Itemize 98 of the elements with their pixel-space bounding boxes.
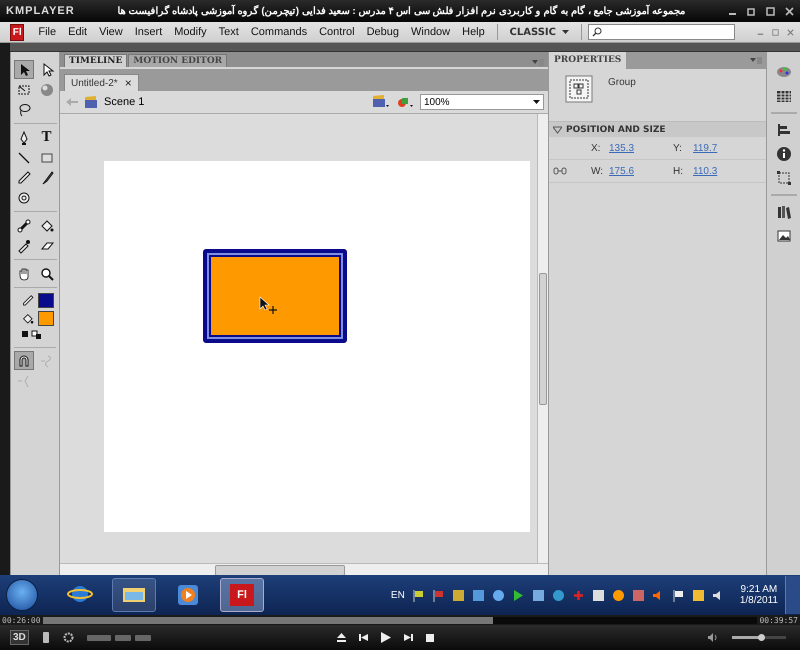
picture-icon[interactable] [776, 228, 792, 244]
language-indicator[interactable]: EN [390, 590, 405, 600]
menu-item[interactable]: View [93, 26, 129, 38]
close-icon[interactable] [785, 6, 794, 16]
pencil-icon [16, 170, 32, 186]
field-value[interactable]: 175.6 [609, 166, 649, 176]
text-tool[interactable]: T [36, 128, 56, 147]
caret-icon [562, 30, 569, 34]
field-value[interactable]: 110.3 [693, 166, 733, 176]
magnifier-icon [38, 266, 54, 282]
menu-item[interactable]: Control [313, 26, 361, 38]
flower-icon [16, 190, 32, 206]
menu-item[interactable]: Debug [360, 26, 405, 38]
menu-item[interactable]: Window [405, 26, 456, 38]
workspace-dropdown[interactable]: CLASSIC [504, 26, 575, 38]
eject-icon[interactable] [336, 633, 346, 642]
close-icon[interactable]: × [124, 76, 132, 90]
field-label: H: [673, 166, 684, 176]
elapsed-time: 00:26:00 [2, 616, 41, 624]
stroke-color-swatch[interactable] [38, 293, 54, 308]
section-header[interactable]: POSITION AND SIZE [549, 121, 766, 137]
search-field[interactable] [588, 24, 736, 40]
move-cursor-icon [259, 296, 279, 316]
flag-icon[interactable] [432, 588, 445, 602]
panel-menu-icon[interactable] [532, 59, 544, 67]
clock[interactable]: 9:21 AM 1/8/2011 [740, 584, 778, 606]
panel-tab[interactable]: TIMELINE [64, 54, 128, 67]
panel-menu-icon[interactable] [750, 56, 762, 64]
field-value[interactable]: 119.7 [693, 142, 733, 154]
menu-item[interactable]: Commands [244, 26, 314, 38]
maximize-icon[interactable] [766, 6, 775, 16]
edit-symbols-icon[interactable] [396, 95, 414, 109]
menu-item[interactable]: Modify [168, 26, 213, 38]
pencil-icon [21, 294, 35, 308]
group-icon [565, 75, 593, 103]
seek-bar[interactable] [42, 616, 758, 624]
taskbar-button[interactable] [112, 578, 156, 612]
eyedropper-icon [16, 238, 32, 254]
arrow-tool[interactable] [14, 60, 34, 79]
align-icon[interactable] [776, 122, 792, 138]
info-icon[interactable] [776, 146, 792, 162]
caret-icon [533, 100, 540, 104]
codec-indicator [114, 634, 131, 640]
fill-color-swatch[interactable] [38, 311, 54, 326]
field-label: X: [591, 142, 602, 154]
taskbar-button[interactable]: Fl [220, 578, 264, 612]
search-icon [592, 27, 602, 37]
link-icon[interactable] [553, 166, 567, 176]
palette-icon[interactable] [776, 64, 792, 80]
rectangle-shape[interactable] [203, 249, 347, 343]
library-icon[interactable] [776, 204, 792, 220]
horizontal-scrollbar[interactable] [60, 563, 548, 575]
menu-item[interactable]: Edit [62, 26, 94, 38]
sphere-icon [38, 82, 54, 98]
clapper-icon [84, 96, 98, 108]
edit-scene-icon[interactable] [372, 95, 390, 109]
panel-tab[interactable]: MOTION EDITOR [128, 54, 228, 67]
speaker-icon[interactable] [708, 633, 719, 642]
stop-icon[interactable] [426, 634, 434, 642]
menu-item[interactable]: Help [456, 26, 491, 38]
menu-item[interactable]: Insert [128, 26, 168, 38]
zoom-dropdown[interactable]: 100% [420, 94, 544, 110]
phone-icon[interactable] [42, 632, 50, 643]
flag-icon[interactable] [672, 588, 685, 602]
play-icon[interactable] [380, 632, 391, 643]
magnet-option[interactable] [14, 351, 34, 370]
menu-item[interactable]: File [32, 26, 62, 38]
start-button[interactable] [6, 579, 38, 611]
next-icon[interactable] [404, 633, 413, 642]
object-type-label: Group [608, 76, 636, 88]
swatches-icon[interactable] [776, 88, 792, 104]
total-time: 00:39:57 [759, 616, 798, 624]
flag-icon[interactable] [412, 588, 425, 602]
transform-icon[interactable] [776, 170, 792, 186]
codec-indicator [134, 634, 151, 640]
vertical-scrollbar[interactable] [537, 114, 548, 563]
plus-icon[interactable] [572, 588, 585, 602]
player-logo: KMPLAYER [6, 5, 75, 17]
bucket-icon [38, 218, 54, 234]
panel-tab[interactable]: PROPERTIES [549, 52, 626, 69]
window-title: مجموعه آموزشی جامع ، گام به گام و کاربردی نرم افزار فلش سی اس ۴ مدرس : سعید فدایی (تیچرمن) گروه آموزشی پادشاه گرافیست ها [116, 5, 686, 17]
app-logo: Fl [10, 24, 24, 40]
bone-icon [16, 218, 32, 234]
gear-icon[interactable] [62, 632, 74, 643]
volume-slider[interactable] [732, 636, 786, 639]
field-label: W: [591, 166, 604, 176]
document-tab[interactable]: Untitled-2* × [64, 74, 139, 91]
field-value[interactable]: 135.3 [609, 142, 649, 154]
restore-icon[interactable] [747, 6, 756, 16]
bucket-icon [21, 312, 35, 326]
line-icon [16, 150, 32, 166]
previous-icon[interactable] [358, 633, 368, 642]
scene-label[interactable]: Scene 1 [104, 96, 144, 108]
triangle-down-icon [553, 126, 562, 134]
field-label: Y: [673, 142, 683, 154]
menu-item[interactable]: Text [212, 26, 245, 38]
codec-indicator [86, 634, 111, 640]
3d-button[interactable]: 3D [10, 630, 29, 645]
